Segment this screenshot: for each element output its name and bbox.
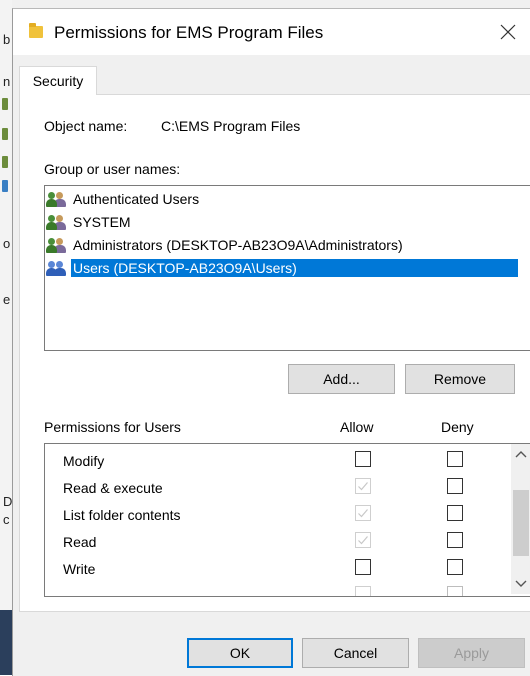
- users-icon: [46, 236, 68, 254]
- title-bar[interactable]: Permissions for EMS Program Files: [13, 9, 530, 55]
- users-icon: [46, 259, 68, 277]
- permission-name: Read: [63, 534, 97, 550]
- deny-checkbox[interactable]: [447, 478, 463, 494]
- permission-name: Modify: [63, 453, 105, 469]
- allow-checkbox: [355, 532, 371, 548]
- close-icon: [500, 24, 516, 40]
- deny-checkbox[interactable]: [447, 532, 463, 548]
- allow-checkbox: [355, 478, 371, 494]
- permissions-dialog: Permissions for EMS Program Files Securi…: [12, 8, 530, 676]
- background-text: c: [3, 512, 10, 527]
- allow-checkbox: [355, 586, 371, 596]
- permission-row: List folder contents: [45, 502, 485, 529]
- object-name-label: Object name:: [44, 118, 128, 134]
- user-name: Administrators (DESKTOP-AB23O9A\Administ…: [73, 237, 403, 253]
- scroll-up-button[interactable]: [511, 444, 530, 464]
- vertical-scrollbar[interactable]: [511, 444, 530, 594]
- deny-checkbox[interactable]: [447, 505, 463, 521]
- chevron-up-icon: [515, 451, 527, 458]
- remove-button[interactable]: Remove: [405, 364, 515, 394]
- deny-checkbox[interactable]: [447, 451, 463, 467]
- tab-security[interactable]: Security: [19, 66, 97, 95]
- background-taskbar: [0, 610, 12, 675]
- user-name: Authenticated Users: [73, 191, 200, 207]
- group-names-label: Group or user names:: [44, 161, 181, 177]
- scroll-down-button[interactable]: [511, 574, 530, 594]
- permission-name: Read & execute: [63, 480, 163, 496]
- background-file-icon: [2, 98, 8, 110]
- user-list-item[interactable]: Administrators (DESKTOP-AB23O9A\Administ…: [46, 235, 516, 255]
- deny-checkbox: [447, 586, 463, 596]
- deny-checkbox[interactable]: [447, 559, 463, 575]
- user-name: Users (DESKTOP-AB23O9A\Users): [71, 259, 518, 277]
- permission-row: Write: [45, 556, 485, 583]
- scrollbar-thumb[interactable]: [513, 490, 529, 556]
- background-file-icon: [2, 180, 8, 192]
- permission-row-partial: [45, 583, 485, 596]
- folder-icon: [29, 23, 43, 38]
- add-button[interactable]: Add...: [288, 364, 395, 394]
- user-list-item[interactable]: SYSTEM: [46, 212, 516, 232]
- deny-header: Deny: [441, 419, 474, 435]
- permissions-list[interactable]: Modify Read & execute List folder contents…: [44, 443, 530, 597]
- permission-name: Write: [63, 561, 96, 577]
- chevron-down-icon: [515, 580, 527, 587]
- allow-checkbox: [355, 505, 371, 521]
- background-text: b: [3, 32, 11, 47]
- users-icon: [46, 213, 68, 231]
- permission-row: Read: [45, 529, 485, 556]
- users-icon: [46, 190, 68, 208]
- permission-row: Modify: [45, 448, 485, 475]
- background-text: D: [3, 494, 13, 509]
- user-list-item-selected[interactable]: Users (DESKTOP-AB23O9A\Users): [46, 258, 518, 278]
- allow-checkbox[interactable]: [355, 559, 371, 575]
- background-window-strip: b n o e D c: [0, 0, 12, 675]
- user-list-item[interactable]: Authenticated Users: [46, 189, 516, 209]
- close-button[interactable]: [485, 9, 530, 55]
- permission-name: List folder contents: [63, 507, 181, 523]
- object-name-value: C:\EMS Program Files: [161, 118, 301, 134]
- cancel-button[interactable]: Cancel: [302, 638, 409, 668]
- user-list[interactable]: Authenticated Users SYSTEM Administrator…: [44, 185, 530, 351]
- user-name: SYSTEM: [73, 214, 131, 230]
- background-text: n: [3, 74, 11, 89]
- background-text: e: [3, 292, 11, 307]
- ok-button[interactable]: OK: [187, 638, 293, 668]
- security-panel: Object name: C:\EMS Program Files Group …: [19, 94, 530, 612]
- allow-header: Allow: [340, 419, 374, 435]
- background-file-icon: [2, 156, 8, 168]
- allow-checkbox[interactable]: [355, 451, 371, 467]
- permissions-label: Permissions for Users: [44, 419, 181, 435]
- background-file-icon: [2, 128, 8, 140]
- dialog-title: Permissions for EMS Program Files: [54, 23, 324, 42]
- permission-row: Read & execute: [45, 475, 485, 502]
- background-text: o: [3, 236, 11, 251]
- apply-button[interactable]: Apply: [418, 638, 525, 668]
